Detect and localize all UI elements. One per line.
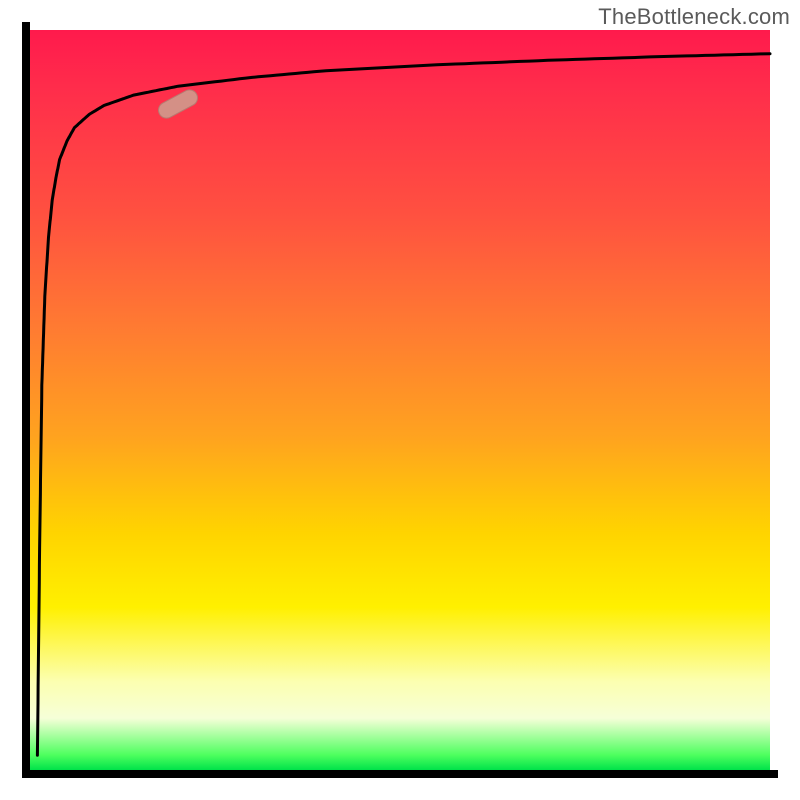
y-axis [22, 22, 30, 778]
attribution-text: TheBottleneck.com [598, 4, 790, 30]
chart-container: TheBottleneck.com [0, 0, 800, 800]
plot-area [30, 30, 770, 770]
x-axis [22, 770, 778, 778]
